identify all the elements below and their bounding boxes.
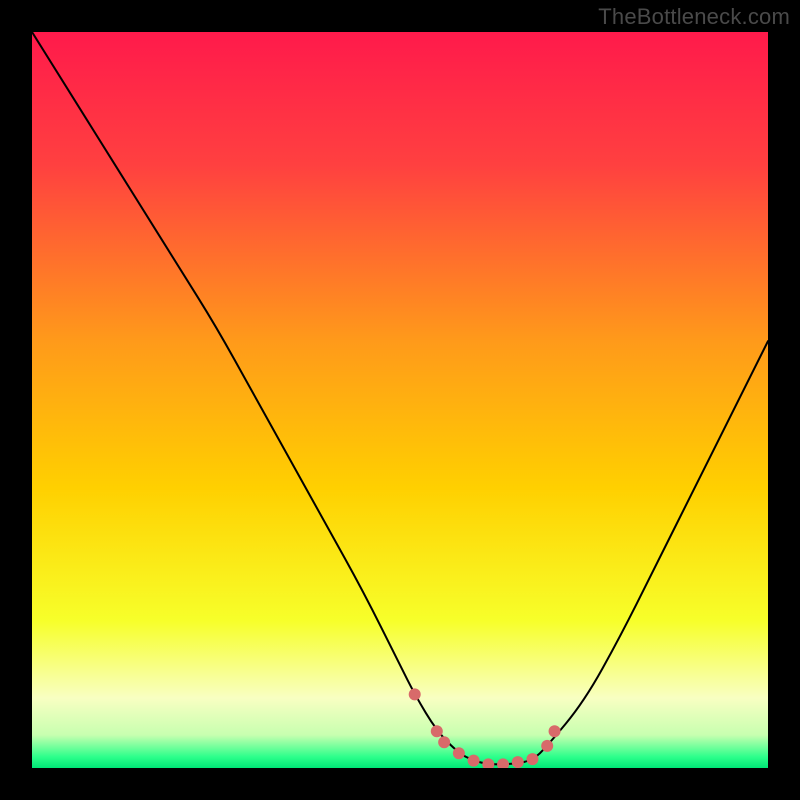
marker-dot — [409, 688, 421, 700]
watermark-text: TheBottleneck.com — [598, 4, 790, 30]
bottleneck-chart — [32, 32, 768, 768]
chart-container: TheBottleneck.com — [0, 0, 800, 800]
chart-background — [32, 32, 768, 768]
marker-dot — [526, 753, 538, 765]
marker-dot — [453, 747, 465, 759]
marker-dot — [431, 725, 443, 737]
marker-dot — [438, 736, 450, 748]
marker-dot — [468, 755, 480, 767]
marker-dot — [549, 725, 561, 737]
marker-dot — [512, 756, 524, 768]
marker-dot — [541, 740, 553, 752]
